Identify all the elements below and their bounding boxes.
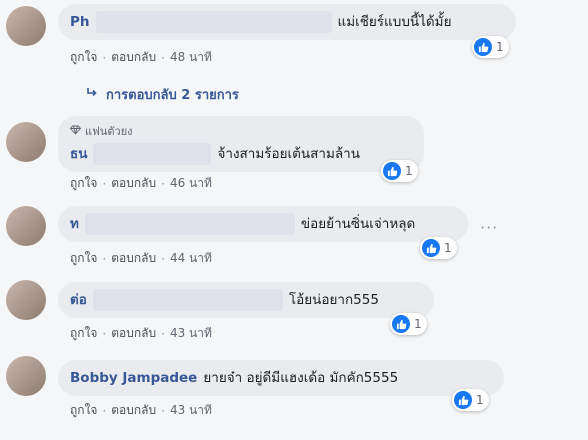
replies-label: การตอบกลับ 2 รายการ <box>106 88 239 103</box>
reply-link[interactable]: ตอบกลับ <box>111 324 156 343</box>
commenter-name[interactable]: ต่อ <box>70 291 87 309</box>
comment-text: แม่เชียร์แบบนี้ได้มั้ย <box>337 14 452 30</box>
timestamp[interactable]: 48 นาที <box>170 48 212 67</box>
avatar[interactable] <box>6 280 46 320</box>
comment-bubble: ท ข่อยย้านซิ่นเจ่าหลุด <box>58 206 468 242</box>
commenter-name[interactable]: ท <box>70 215 79 233</box>
reaction-count[interactable]: 1 <box>381 160 418 182</box>
separator: · <box>102 176 107 191</box>
comment-text: ข่อยย้านซิ่นเจ่าหลุด <box>300 216 416 232</box>
redacted-name <box>92 289 283 311</box>
comment-bubble: Ph แม่เชียร์แบบนี้ได้มั้ย <box>58 4 516 40</box>
separator: · <box>161 403 165 418</box>
comment-actions: ถูกใจ · ตอบกลับ · 46 นาที <box>70 174 212 193</box>
reaction-count[interactable]: 1 <box>390 313 427 335</box>
more-options-icon[interactable]: ··· <box>480 218 498 237</box>
timestamp[interactable]: 44 นาที <box>170 249 212 268</box>
comment-bubble: แฟนตัวยง ธน จ้างสามร้อยเต้นสามล้าน <box>58 116 424 172</box>
reaction-number: 1 <box>444 241 452 255</box>
like-thumb-icon <box>474 38 492 56</box>
like-thumb-icon <box>383 162 401 180</box>
view-replies-link[interactable]: การตอบกลับ 2 รายการ <box>86 84 239 105</box>
reaction-number: 1 <box>476 393 484 407</box>
comment-actions: ถูกใจ · ตอบกลับ · 44 นาที <box>70 249 212 268</box>
comment-bubble: ต่อ โอ้ยน่อยาก555 <box>58 282 434 318</box>
comment-text: จ้างสามร้อยเต้นสามล้าน <box>217 146 360 162</box>
reaction-number: 1 <box>405 164 413 178</box>
like-link[interactable]: ถูกใจ <box>70 174 97 193</box>
comment-bubble: Bobby Jampadee ยายจ๋า อยู่ดีมีแฮงเด้อ มั… <box>58 360 504 396</box>
comment-actions: ถูกใจ · ตอบกลับ · 43 นาที <box>70 324 212 343</box>
timestamp[interactable]: 43 นาที <box>170 324 212 343</box>
separator: · <box>102 50 107 65</box>
reaction-count[interactable]: 1 <box>420 237 457 259</box>
avatar[interactable] <box>6 206 46 246</box>
badge-label: แฟนตัวยง <box>85 125 133 138</box>
avatar[interactable] <box>6 122 46 162</box>
top-fan-badge: แฟนตัวยง <box>69 123 133 141</box>
like-link[interactable]: ถูกใจ <box>70 401 97 420</box>
reply-link[interactable]: ตอบกลับ <box>111 174 156 193</box>
reaction-number: 1 <box>414 317 422 331</box>
redacted-name <box>95 11 332 33</box>
separator: · <box>161 50 165 65</box>
like-link[interactable]: ถูกใจ <box>70 48 97 67</box>
like-thumb-icon <box>422 239 440 257</box>
like-link[interactable]: ถูกใจ <box>70 249 97 268</box>
redacted-name <box>84 213 295 235</box>
separator: · <box>161 176 165 191</box>
separator: · <box>102 251 107 266</box>
reaction-count[interactable]: 1 <box>472 36 509 58</box>
comment-text: โอ้ยน่อยาก555 <box>288 292 379 308</box>
reply-link[interactable]: ตอบกลับ <box>111 249 156 268</box>
redacted-name <box>93 143 212 165</box>
reply-link[interactable]: ตอบกลับ <box>111 48 156 67</box>
commenter-name[interactable]: Ph <box>70 13 90 31</box>
comment-text: ยายจ๋า อยู่ดีมีแฮงเด้อ มักคัก5555 <box>203 370 399 386</box>
like-thumb-icon <box>454 391 472 409</box>
commenter-name[interactable]: ธน <box>70 145 87 163</box>
reply-link[interactable]: ตอบกลับ <box>111 401 156 420</box>
avatar[interactable] <box>6 356 46 396</box>
comment-actions: ถูกใจ · ตอบกลับ · 48 นาที <box>70 48 212 67</box>
like-link[interactable]: ถูกใจ <box>70 324 97 343</box>
reply-arrow-icon <box>86 87 98 103</box>
separator: · <box>161 326 165 341</box>
reaction-count[interactable]: 1 <box>452 389 489 411</box>
separator: · <box>102 326 107 341</box>
comment-actions: ถูกใจ · ตอบกลับ · 43 นาที <box>70 401 212 420</box>
timestamp[interactable]: 46 นาที <box>170 174 212 193</box>
like-thumb-icon <box>392 315 410 333</box>
commenter-name[interactable]: Bobby Jampadee <box>70 369 197 387</box>
reaction-number: 1 <box>496 40 504 54</box>
separator: · <box>102 403 107 418</box>
timestamp[interactable]: 43 นาที <box>170 401 212 420</box>
separator: · <box>161 251 165 266</box>
avatar[interactable] <box>6 6 46 46</box>
diamond-icon <box>69 123 82 141</box>
